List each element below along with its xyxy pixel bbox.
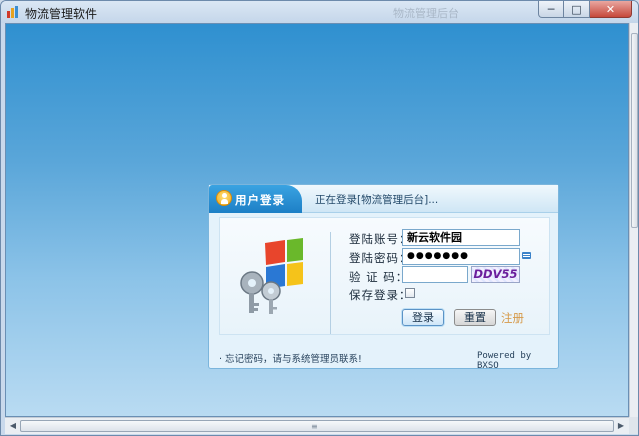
scroll-left-icon[interactable]: ◀	[7, 420, 19, 432]
login-tab: 用户登录	[209, 185, 302, 213]
user-icon	[216, 190, 232, 206]
app-logo-icon	[7, 6, 18, 18]
window-controls: ─ □ ✕	[538, 1, 632, 19]
captcha-label: 验 证 码：	[349, 270, 409, 284]
login-panel: 用户登录 正在登录[物流管理后台]... 登陆账号： 新云软件园 登陆密码： ●…	[208, 184, 559, 371]
login-status-text: 正在登录[物流管理后台]...	[315, 194, 439, 206]
vertical-divider	[330, 232, 331, 334]
scrollbar-corner	[629, 417, 638, 434]
grip-icon: ≡	[311, 422, 318, 431]
password-input[interactable]: ●●●●●●●	[402, 248, 520, 265]
horizontal-scrollbar[interactable]: ◀ ≡ ▶	[5, 417, 629, 434]
close-button[interactable]: ✕	[590, 1, 632, 18]
vertical-scrollbar[interactable]	[629, 23, 638, 417]
minimize-button[interactable]: ─	[538, 1, 564, 18]
title-bar[interactable]: 物流管理软件 物流管理后台 ─ □ ✕	[1, 1, 638, 23]
window-title: 物流管理软件	[25, 7, 98, 21]
remember-checkbox[interactable]	[405, 288, 415, 298]
login-panel-header: 用户登录 正在登录[物流管理后台]...	[209, 185, 558, 213]
forgot-password-hint: · 忘记密码，请与系统管理员联系!	[219, 354, 362, 365]
remember-label: 保存登录：	[349, 288, 412, 302]
reset-button[interactable]: 重置	[454, 309, 496, 326]
maximize-button[interactable]: □	[564, 1, 590, 18]
app-window: 物流管理软件 物流管理后台 ─ □ ✕ ◀ ≡ ▶ 用户登录 正在登录[物流管理…	[0, 0, 639, 436]
scroll-right-icon[interactable]: ▶	[615, 420, 627, 432]
captcha-image[interactable]: DDV55	[471, 266, 520, 283]
register-link[interactable]: 注册	[501, 310, 524, 326]
vertical-scroll-thumb[interactable]	[631, 33, 638, 228]
login-button[interactable]: 登录	[402, 309, 444, 326]
account-input[interactable]: 新云软件园	[402, 229, 520, 246]
horizontal-scroll-thumb[interactable]: ≡	[20, 420, 614, 432]
captcha-input[interactable]	[402, 266, 468, 283]
soft-keyboard-icon[interactable]	[522, 252, 531, 259]
powered-by-text: Powered by BXSO	[477, 351, 532, 371]
login-panel-title: 用户登录	[235, 193, 285, 207]
window-title-faded: 物流管理后台	[393, 7, 459, 20]
windows-keys-logo-icon	[240, 238, 303, 314]
